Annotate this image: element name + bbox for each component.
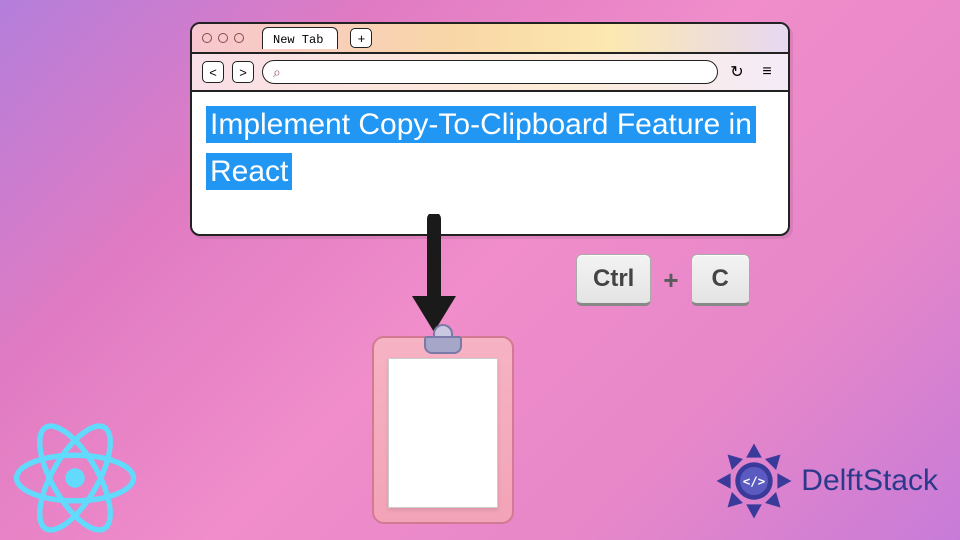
tab-label: New Tab — [273, 33, 323, 47]
c-key: C — [691, 254, 750, 306]
plus-icon: + — [358, 32, 366, 45]
back-button[interactable]: < — [202, 61, 224, 83]
refresh-button[interactable]: ↻ — [726, 61, 748, 83]
arrow-down-icon — [404, 214, 464, 334]
address-bar[interactable]: ⌕ — [262, 60, 718, 84]
keyboard-shortcut: Ctrl + C — [576, 254, 750, 306]
browser-navbar: < > ⌕ ↻ ≡ — [192, 54, 788, 92]
selected-text[interactable]: Implement Copy-To-Clipboard Feature in R… — [206, 106, 756, 190]
window-dot-min-icon[interactable] — [218, 33, 228, 43]
delftstack-badge-icon: </> — [715, 442, 793, 520]
browser-titlebar: New Tab + — [192, 24, 788, 54]
clipboard-icon — [372, 336, 514, 524]
delftstack-label: DelftStack — [801, 464, 938, 498]
refresh-icon: ↻ — [730, 62, 743, 82]
clipboard-paper — [388, 358, 498, 508]
new-tab-button[interactable]: + — [350, 28, 372, 48]
clipboard-clip — [424, 324, 462, 354]
menu-button[interactable]: ≡ — [756, 61, 778, 83]
plus-symbol: + — [663, 265, 678, 296]
browser-tab[interactable]: New Tab — [262, 27, 338, 49]
ctrl-key: Ctrl — [576, 254, 651, 306]
window-dot-close-icon[interactable] — [202, 33, 212, 43]
react-logo-icon — [10, 418, 140, 538]
chevron-right-icon: > — [239, 65, 247, 80]
search-icon: ⌕ — [273, 64, 281, 81]
browser-content: Implement Copy-To-Clipboard Feature in R… — [192, 92, 788, 205]
delftstack-brand: </> DelftStack — [715, 442, 938, 520]
browser-window: New Tab + < > ⌕ ↻ ≡ Implement Copy-To-Cl… — [190, 22, 790, 236]
forward-button[interactable]: > — [232, 61, 254, 83]
code-tag-icon: </> — [743, 474, 766, 489]
chevron-left-icon: < — [209, 65, 217, 80]
hamburger-icon: ≡ — [762, 63, 771, 81]
window-dot-max-icon[interactable] — [234, 33, 244, 43]
